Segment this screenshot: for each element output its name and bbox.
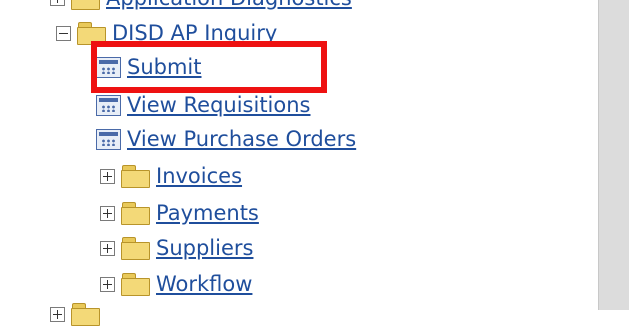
tree-node-label[interactable]: Invoices bbox=[156, 164, 242, 188]
form-icon bbox=[96, 94, 121, 116]
tree-node-label[interactable]: Application Diagnostics bbox=[106, 0, 352, 10]
folder-icon bbox=[121, 237, 150, 260]
tree-node-suppliers[interactable]: Suppliers bbox=[100, 231, 253, 265]
expand-icon[interactable] bbox=[50, 0, 65, 6]
tree-function-label[interactable]: View Requisitions bbox=[127, 93, 311, 117]
form-icon bbox=[96, 128, 121, 150]
vertical-scrollbar[interactable] bbox=[598, 0, 629, 310]
tree-node-application-diagnostics[interactable]: Application Diagnostics bbox=[50, 0, 352, 15]
tree-function-view-purchase-orders[interactable]: View Purchase Orders bbox=[96, 122, 356, 156]
tree-node-invoices[interactable]: Invoices bbox=[100, 159, 242, 193]
tree-node-label[interactable]: Suppliers bbox=[156, 236, 253, 260]
collapse-icon[interactable] bbox=[56, 25, 71, 41]
tree-function-label[interactable]: View Purchase Orders bbox=[127, 127, 356, 151]
folder-icon bbox=[121, 273, 150, 296]
tree-node-payments[interactable]: Payments bbox=[100, 196, 259, 230]
expand-icon[interactable] bbox=[100, 205, 115, 221]
expand-icon[interactable] bbox=[100, 240, 115, 256]
tree-node-label[interactable]: Workflow bbox=[156, 272, 252, 296]
expand-icon[interactable] bbox=[50, 306, 65, 322]
highlight-annotation-box bbox=[91, 41, 327, 93]
tree-node-workflow[interactable]: Workflow bbox=[100, 267, 252, 301]
tree-node-next-partial[interactable] bbox=[50, 297, 106, 331]
tree-node-label[interactable]: Payments bbox=[156, 201, 259, 225]
folder-icon bbox=[71, 0, 100, 10]
folder-icon bbox=[121, 202, 150, 225]
folder-icon bbox=[71, 303, 100, 326]
navigator-tree: Application Diagnostics DISD AP Inquiry … bbox=[0, 0, 598, 326]
expand-icon[interactable] bbox=[100, 276, 115, 292]
folder-icon bbox=[121, 165, 150, 188]
expand-icon[interactable] bbox=[100, 168, 115, 184]
tree-function-view-requisitions[interactable]: View Requisitions bbox=[96, 88, 311, 122]
